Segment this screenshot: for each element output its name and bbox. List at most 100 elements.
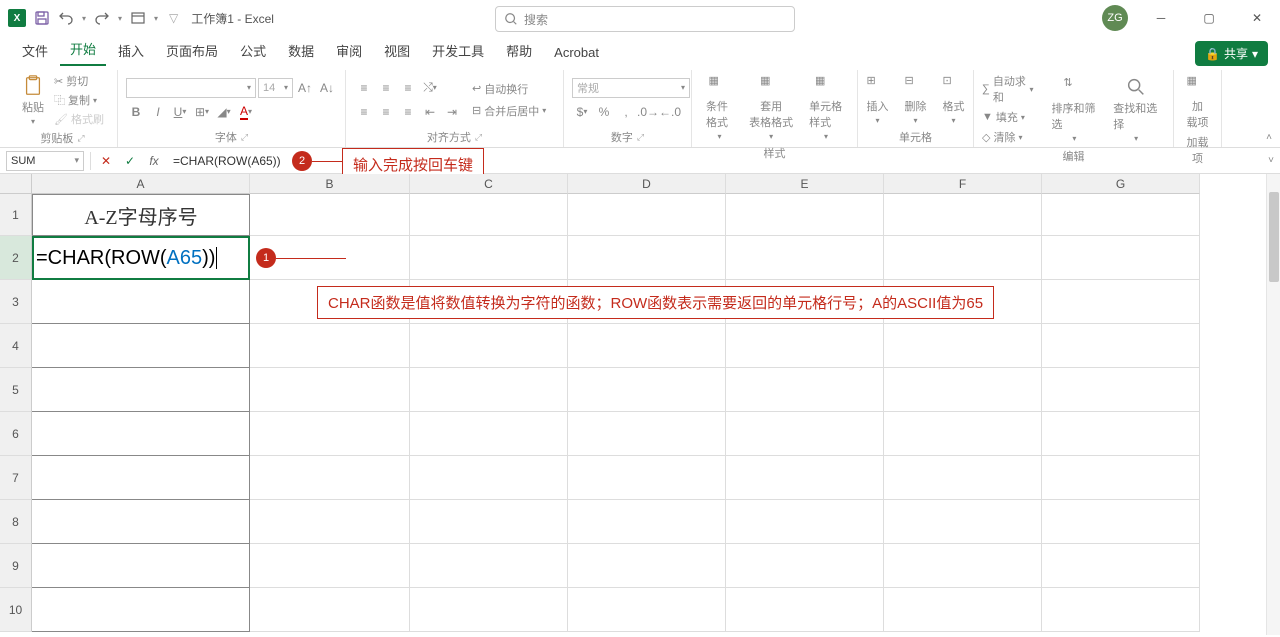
cell-G6[interactable] xyxy=(1042,412,1200,456)
addins-button[interactable]: ▦加 载项 xyxy=(1181,72,1215,132)
cell-A1[interactable]: A-Z字母序号 xyxy=(32,194,250,236)
row-header-1[interactable]: 1 xyxy=(0,194,32,236)
comma-icon[interactable]: , xyxy=(616,102,636,122)
cell-D5[interactable] xyxy=(568,368,726,412)
scrollbar-thumb[interactable] xyxy=(1269,192,1279,282)
copy-button[interactable]: ⿻ 复制 ▾ xyxy=(54,91,104,109)
decrease-decimal-icon[interactable]: ←.0 xyxy=(660,102,680,122)
select-all-corner[interactable] xyxy=(0,174,32,194)
align-left-icon[interactable]: ≡ xyxy=(354,102,374,122)
redo-dropdown-icon[interactable]: ▾ xyxy=(118,14,122,23)
cell-G9[interactable] xyxy=(1042,544,1200,588)
tab-acrobat[interactable]: Acrobat xyxy=(544,39,609,66)
confirm-formula-icon[interactable]: ✓ xyxy=(121,152,139,170)
cell-G3[interactable] xyxy=(1042,280,1200,324)
name-box[interactable]: SUM▾ xyxy=(6,151,84,171)
fx-icon[interactable]: fx xyxy=(145,152,163,170)
cell-B9[interactable] xyxy=(250,544,410,588)
cell-G10[interactable] xyxy=(1042,588,1200,632)
user-avatar[interactable]: ZG xyxy=(1102,5,1128,31)
row-header-8[interactable]: 8 xyxy=(0,500,32,544)
row-header-7[interactable]: 7 xyxy=(0,456,32,500)
tab-insert[interactable]: 插入 xyxy=(108,35,154,66)
cell-C6[interactable] xyxy=(410,412,568,456)
number-launcher-icon[interactable]: ⤢ xyxy=(637,132,644,143)
cell-G4[interactable] xyxy=(1042,324,1200,368)
row-header-9[interactable]: 9 xyxy=(0,544,32,588)
align-top-icon[interactable]: ≡ xyxy=(354,78,374,98)
number-format-select[interactable]: 常规▾ xyxy=(572,78,690,98)
col-header-F[interactable]: F xyxy=(884,174,1042,194)
col-header-C[interactable]: C xyxy=(410,174,568,194)
cell-D8[interactable] xyxy=(568,500,726,544)
align-center-icon[interactable]: ≡ xyxy=(376,102,396,122)
font-family-select[interactable]: ▾ xyxy=(126,78,256,98)
autosum-button[interactable]: ∑ 自动求和 ▾ xyxy=(982,72,1033,106)
font-size-select[interactable]: 14▾ xyxy=(258,78,293,98)
cell-E8[interactable] xyxy=(726,500,884,544)
row-header-3[interactable]: 3 xyxy=(0,280,32,324)
cell-G7[interactable] xyxy=(1042,456,1200,500)
cell-D6[interactable] xyxy=(568,412,726,456)
cell-A10[interactable] xyxy=(32,588,250,632)
font-launcher-icon[interactable]: ⤢ xyxy=(241,132,248,143)
orientation-icon[interactable]: ⤭▾ xyxy=(420,78,440,98)
italic-button[interactable]: I xyxy=(148,102,168,122)
col-header-G[interactable]: G xyxy=(1042,174,1200,194)
cell-style-button[interactable]: ▦单元格样式▾ xyxy=(803,72,849,143)
cell-D4[interactable] xyxy=(568,324,726,368)
cell-B1[interactable] xyxy=(250,194,410,236)
vertical-scrollbar[interactable] xyxy=(1266,174,1280,635)
insert-cells-button[interactable]: ⊞插入▾ xyxy=(861,72,895,127)
conditional-format-button[interactable]: ▦条件格式▾ xyxy=(700,72,739,143)
cell-B5[interactable] xyxy=(250,368,410,412)
cell-E7[interactable] xyxy=(726,456,884,500)
clear-button[interactable]: ◇ 清除 ▾ xyxy=(982,128,1033,146)
row-header-6[interactable]: 6 xyxy=(0,412,32,456)
format-painter-button[interactable]: 🖌 格式刷 xyxy=(54,110,104,128)
clipboard-launcher-icon[interactable]: ⤢ xyxy=(77,133,84,144)
tab-help[interactable]: 帮助 xyxy=(496,35,542,66)
cell-A6[interactable] xyxy=(32,412,250,456)
cell-B8[interactable] xyxy=(250,500,410,544)
cell-G8[interactable] xyxy=(1042,500,1200,544)
cell-D1[interactable] xyxy=(568,194,726,236)
quickaccess-custom-icon[interactable] xyxy=(130,10,146,26)
bold-button[interactable]: B xyxy=(126,102,146,122)
underline-button[interactable]: U▾ xyxy=(170,102,190,122)
cell-C9[interactable] xyxy=(410,544,568,588)
cell-F1[interactable] xyxy=(884,194,1042,236)
cell-D9[interactable] xyxy=(568,544,726,588)
cancel-formula-icon[interactable]: ✕ xyxy=(97,152,115,170)
border-button[interactable]: ⊞▾ xyxy=(192,102,212,122)
cell-D7[interactable] xyxy=(568,456,726,500)
share-button[interactable]: 🔒 共享 ▾ xyxy=(1195,41,1268,66)
cell-F5[interactable] xyxy=(884,368,1042,412)
cell-B10[interactable] xyxy=(250,588,410,632)
sort-filter-button[interactable]: ⇅排序和筛选▾ xyxy=(1045,74,1103,145)
cell-F7[interactable] xyxy=(884,456,1042,500)
indent-decrease-icon[interactable]: ⇤ xyxy=(420,102,440,122)
align-bottom-icon[interactable]: ≡ xyxy=(398,78,418,98)
cell-G1[interactable] xyxy=(1042,194,1200,236)
cell-D10[interactable] xyxy=(568,588,726,632)
close-button[interactable]: ✕ xyxy=(1242,3,1272,33)
cell-F4[interactable] xyxy=(884,324,1042,368)
search-input[interactable]: 搜索 xyxy=(495,6,795,32)
tab-data[interactable]: 数据 xyxy=(278,35,324,66)
cell-B6[interactable] xyxy=(250,412,410,456)
cell-E2[interactable] xyxy=(726,236,884,280)
cell-B7[interactable] xyxy=(250,456,410,500)
cell-F9[interactable] xyxy=(884,544,1042,588)
cell-A7[interactable] xyxy=(32,456,250,500)
cell-C7[interactable] xyxy=(410,456,568,500)
tab-formula[interactable]: 公式 xyxy=(230,35,276,66)
maximize-button[interactable]: ▢ xyxy=(1194,3,1224,33)
cell-E6[interactable] xyxy=(726,412,884,456)
redo-icon[interactable] xyxy=(94,10,110,26)
cell-A5[interactable] xyxy=(32,368,250,412)
fill-button[interactable]: ▼ 填充 ▾ xyxy=(982,108,1033,126)
row-header-4[interactable]: 4 xyxy=(0,324,32,368)
font-color-button[interactable]: A▾ xyxy=(236,102,256,122)
cell-E5[interactable] xyxy=(726,368,884,412)
